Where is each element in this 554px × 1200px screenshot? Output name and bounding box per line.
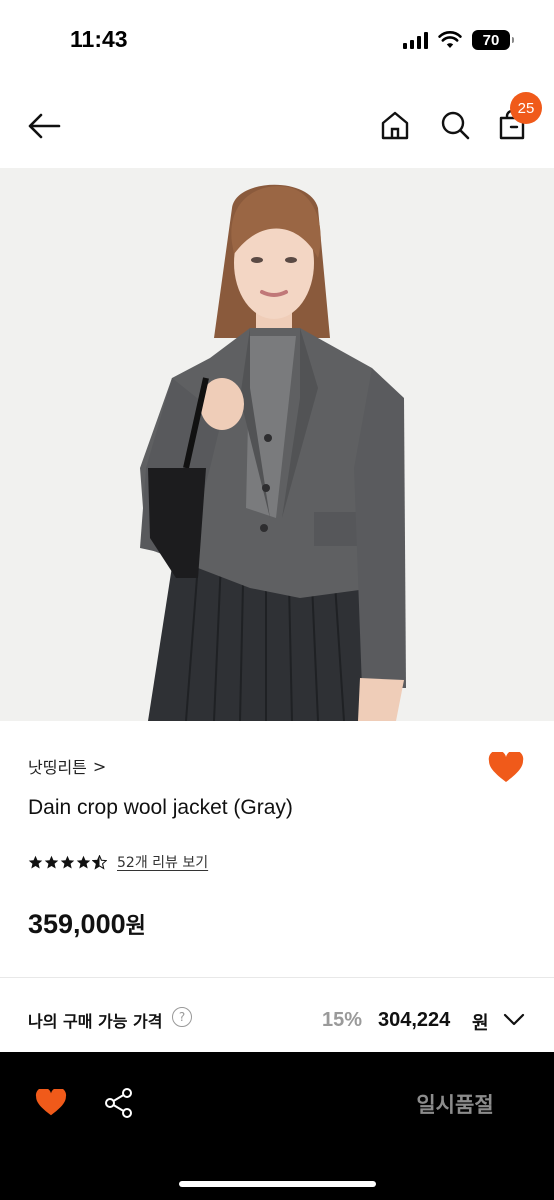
my-price-row[interactable]: 나의 구매 가능 가격 ? 15% 304,224 원 (0, 978, 554, 1052)
search-button[interactable] (436, 106, 474, 144)
star-icon (60, 855, 75, 868)
product-photo (0, 168, 554, 721)
help-icon[interactable]: ? (172, 1007, 192, 1027)
star-rating (28, 854, 107, 870)
star-icon (76, 855, 91, 868)
product-image[interactable] (0, 168, 554, 721)
top-navigation (0, 84, 554, 168)
star-half-icon (92, 854, 107, 870)
star-icon (28, 855, 43, 868)
bottom-wishlist-button[interactable] (32, 1084, 70, 1122)
bottom-action-bar: 일시품절 (0, 1052, 554, 1200)
my-price-label: 나의 구매 가능 가격 (28, 1012, 163, 1031)
back-arrow-icon (28, 113, 61, 139)
home-icon (381, 111, 409, 140)
discount-rate: 15% (322, 1009, 363, 1031)
search-icon (441, 111, 470, 140)
cart-count-badge: 25 (510, 92, 542, 124)
brand-name: 낫띵리튼 (28, 758, 87, 777)
heart-icon (488, 752, 524, 782)
wishlist-button[interactable] (486, 748, 526, 788)
chevron-down-icon (503, 1013, 525, 1026)
price-unit: 원 (125, 914, 146, 939)
share-icon (105, 1088, 132, 1118)
product-title: Dain crop wool jacket (Gray) (28, 796, 293, 819)
heart-icon (35, 1089, 67, 1116)
back-button[interactable] (24, 106, 64, 146)
status-bar: 11:43 70 (0, 0, 554, 84)
rating-row: 52개 리뷰 보기 (28, 852, 208, 872)
original-price: 359,000원 (28, 908, 146, 940)
battery-icon: 70 (472, 30, 514, 50)
signal-icon (403, 31, 428, 49)
brand-link[interactable]: 낫띵리튼 > (28, 754, 106, 778)
home-indicator[interactable] (179, 1181, 376, 1187)
final-price-amount: 304,224 (378, 1009, 451, 1031)
chevron-right-icon: > (92, 756, 107, 776)
home-button[interactable] (376, 106, 414, 144)
final-price-unit: 원 (472, 1013, 489, 1034)
status-time: 11:43 (70, 26, 128, 52)
soldout-button[interactable]: 일시품절 (380, 1086, 530, 1122)
expand-button[interactable] (502, 1010, 526, 1030)
battery-level: 70 (482, 31, 500, 49)
price-amount: 359,000 (28, 909, 126, 939)
review-link[interactable]: 52개 리뷰 보기 (117, 852, 208, 872)
star-icon (44, 855, 59, 868)
wifi-icon (438, 31, 462, 48)
status-icons: 70 (403, 30, 514, 50)
share-button[interactable] (100, 1084, 138, 1122)
